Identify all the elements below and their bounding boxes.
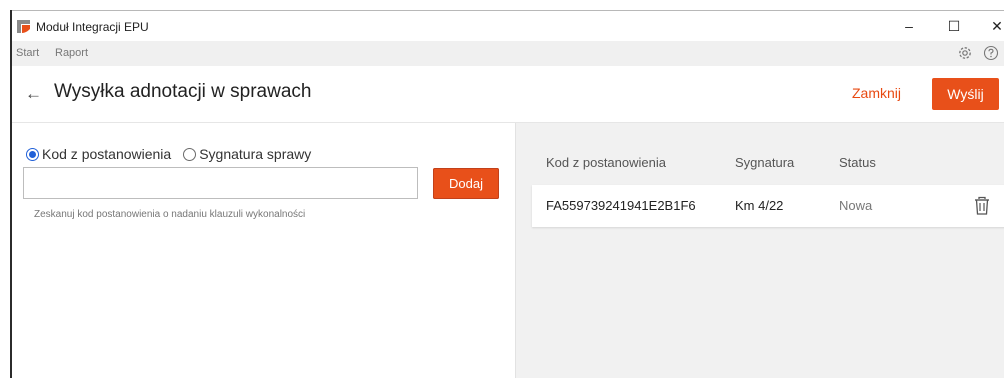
maximize-icon: ☐: [947, 17, 961, 34]
column-header-code: Kod z postanowienia: [546, 155, 666, 170]
help-icon[interactable]: [983, 45, 999, 61]
send-button[interactable]: Wyślij: [932, 78, 999, 110]
close-button[interactable]: Zamknij: [852, 85, 901, 101]
close-window-button[interactable]: ✕: [982, 15, 1004, 37]
app-logo-icon: [17, 20, 30, 33]
add-button[interactable]: Dodaj: [433, 168, 499, 199]
page-title: Wysyłka adnotacji w sprawach: [54, 81, 312, 102]
window-title: Moduł Integracji EPU: [36, 20, 149, 34]
input-panel: Kod z postanowienia Sygnatura sprawy Dod…: [12, 123, 515, 378]
minimize-icon: –: [905, 18, 913, 34]
code-input[interactable]: [23, 167, 418, 199]
row-code: FA559739241941E2B1F6: [546, 198, 696, 213]
title-bar: Moduł Integracji EPU – ☐ ✕: [12, 11, 1004, 41]
minimize-button[interactable]: –: [894, 15, 924, 37]
app-window: Moduł Integracji EPU – ☐ ✕ Start Raport …: [0, 0, 1004, 378]
row-status: Nowa: [839, 198, 873, 213]
helper-text: Zeskanuj kod postanowienia o nadaniu kla…: [34, 209, 306, 220]
close-icon: ✕: [991, 17, 1003, 34]
back-arrow-icon[interactable]: ←: [25, 84, 42, 104]
trash-icon[interactable]: [973, 196, 991, 216]
radio-label-sygnatura[interactable]: Sygnatura sprawy: [199, 146, 311, 162]
input-mode-radio-group: Kod z postanowienia Sygnatura sprawy: [26, 145, 323, 163]
menu-bar: Start Raport: [12, 41, 1004, 66]
menu-item-start[interactable]: Start: [16, 47, 39, 59]
radio-label-kod[interactable]: Kod z postanowienia: [42, 146, 171, 162]
column-header-signature: Sygnatura: [735, 155, 795, 170]
radio-kod-z-postanowienia[interactable]: [26, 147, 39, 161]
column-header-status: Status: [839, 155, 876, 170]
table-row: FA559739241941E2B1F6 Km 4/22 Nowa: [532, 185, 1004, 227]
row-signature: Km 4/22: [735, 198, 784, 213]
page-header: ← Wysyłka adnotacji w sprawach Zamknij W…: [12, 66, 1004, 123]
radio-sygnatura-sprawy[interactable]: [183, 147, 197, 161]
menu-item-raport[interactable]: Raport: [55, 47, 88, 59]
gear-icon[interactable]: [957, 45, 973, 61]
results-panel: Kod z postanowienia Sygnatura Status FA5…: [515, 123, 1004, 378]
maximize-button[interactable]: ☐: [939, 15, 969, 37]
